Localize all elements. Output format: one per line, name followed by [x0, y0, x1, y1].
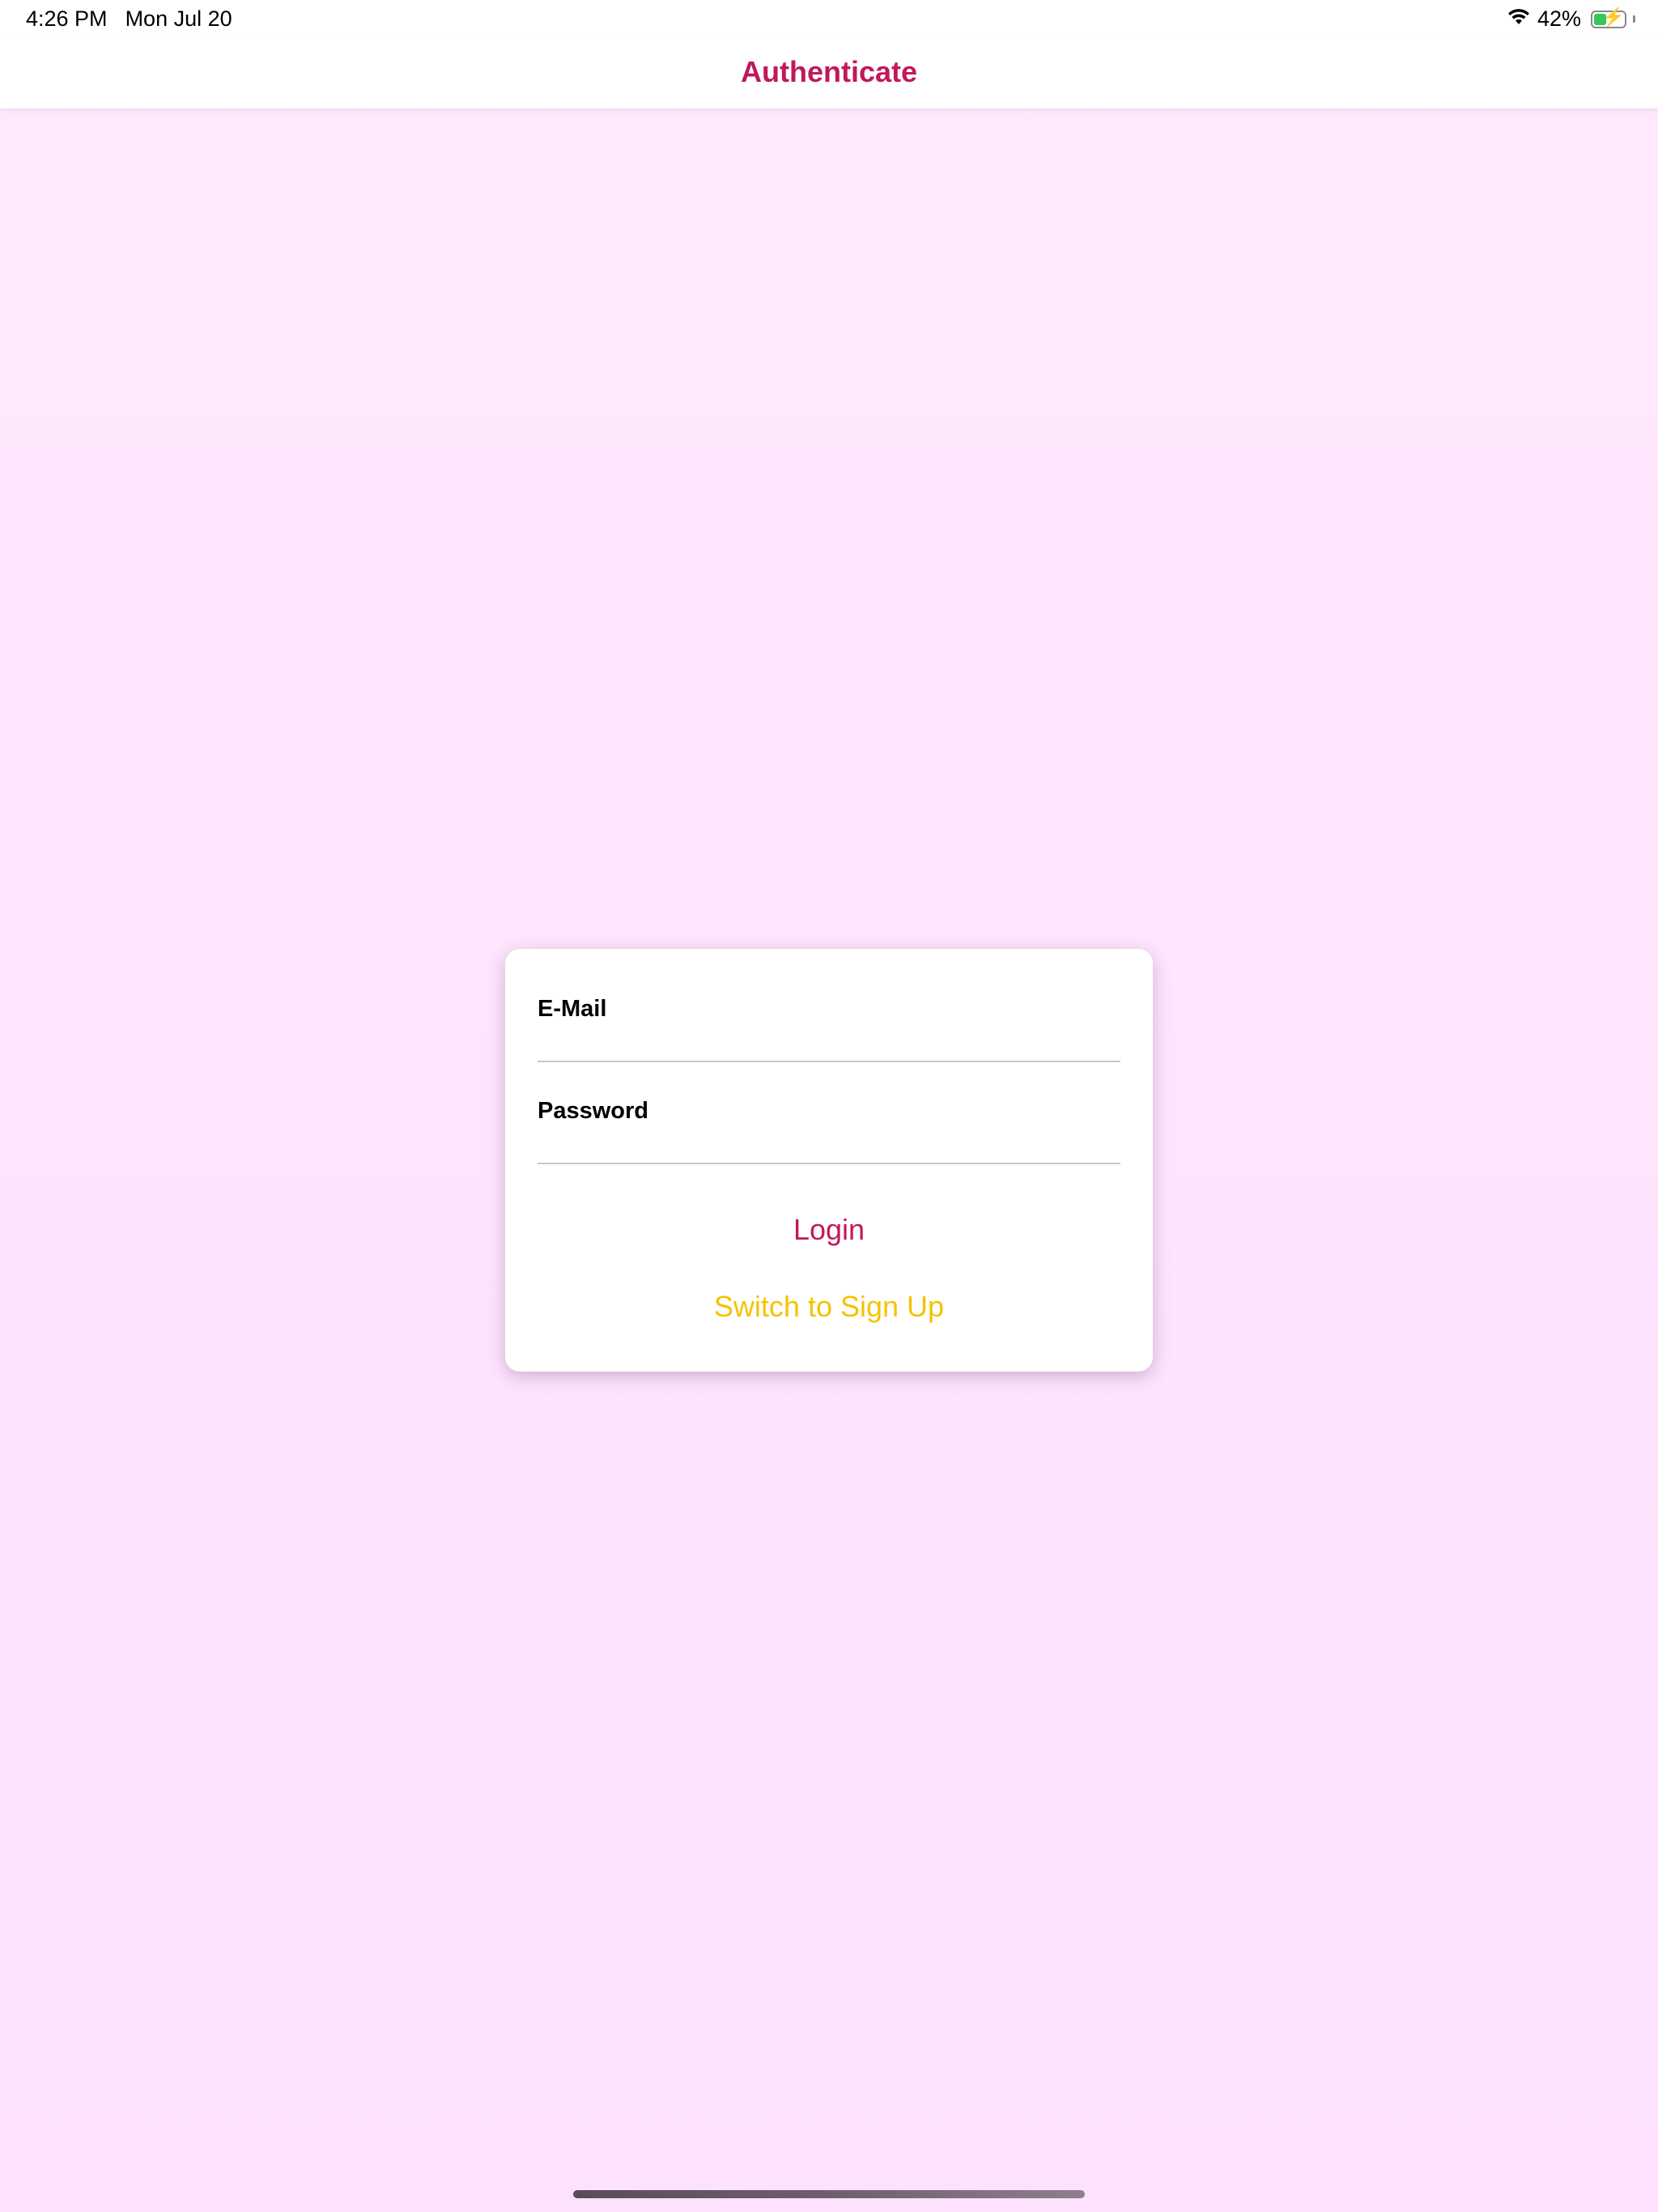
status-bar: 4:26 PM Mon Jul 20 42% ⚡: [0, 0, 1658, 39]
battery-icon: ⚡: [1591, 6, 1626, 28]
switch-to-sign-up-button[interactable]: Switch to Sign Up: [505, 1290, 1153, 1324]
battery-percent: 42%: [1537, 6, 1581, 31]
charging-bolt-icon: ⚡: [1602, 6, 1625, 27]
password-label: Password: [538, 1098, 648, 1124]
email-label: E-Mail: [538, 996, 607, 1022]
email-field[interactable]: [538, 1025, 1120, 1062]
login-button[interactable]: Login: [505, 1213, 1153, 1247]
password-field[interactable]: [538, 1127, 1120, 1164]
status-date: Mon Jul 20: [125, 6, 232, 31]
auth-card: E-Mail Password Login Switch to Sign Up: [505, 949, 1153, 1372]
battery-cap: [1633, 15, 1635, 23]
status-left: 4:26 PM Mon Jul 20: [26, 6, 232, 32]
wifi-icon: [1507, 6, 1531, 32]
home-indicator[interactable]: [573, 2190, 1085, 2198]
navigation-bar: Authenticate: [0, 39, 1658, 108]
status-time: 4:26 PM: [26, 6, 108, 31]
status-right: 42% ⚡: [1507, 6, 1635, 32]
page-title: Authenticate: [740, 55, 918, 88]
